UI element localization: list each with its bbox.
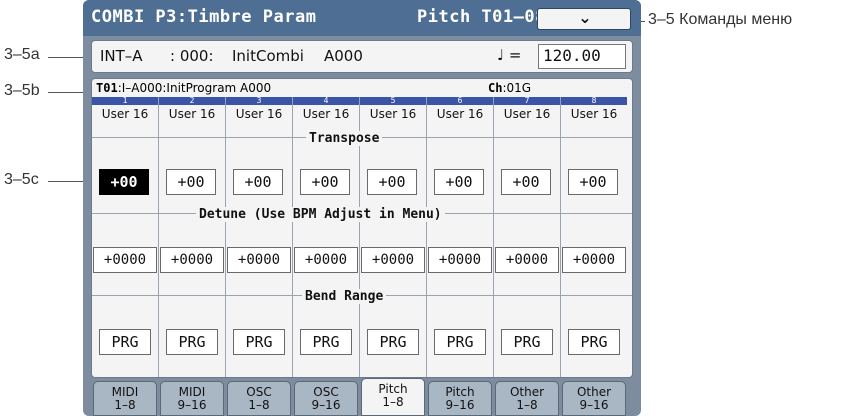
transpose-label: Transpose: [306, 131, 383, 146]
bend-range-label: Bend Range: [302, 289, 387, 304]
tab-range: 1–8: [248, 398, 270, 412]
detune-field[interactable]: +0000: [562, 247, 626, 273]
channel-label: Ch: [488, 81, 503, 95]
timbre-id: T01: [96, 81, 118, 95]
tab-range: 1–8: [382, 395, 404, 409]
detune-field[interactable]: +0000: [294, 247, 358, 273]
tab-range: 9–16: [311, 398, 341, 412]
transpose-field[interactable]: +00: [568, 169, 618, 195]
timbre-bank-label: User 16: [101, 107, 149, 121]
transpose-field[interactable]: +00: [300, 169, 350, 195]
transpose-field[interactable]: +00: [434, 169, 484, 195]
channel-info: Ch:01G: [488, 81, 531, 95]
tempo-field[interactable]: 120.00: [538, 44, 626, 69]
timbre-bank-label: User 16: [570, 107, 618, 121]
timbre-bank-label: User 16: [235, 107, 283, 121]
tab-range: 1–8: [516, 398, 538, 412]
timbre-bank-label: User 16: [436, 107, 484, 121]
bend-range-field[interactable]: PRG: [367, 329, 419, 355]
timbre-column-number: 4: [293, 97, 359, 105]
transpose-field[interactable]: +00: [99, 169, 149, 195]
tab-range: 1–8: [114, 398, 136, 412]
timbre-program: :I–A000:InitProgram A000: [117, 81, 272, 95]
timbre-column-number: 6: [427, 97, 493, 105]
combi-bank: INT–A: [100, 47, 143, 65]
tab-pitch-1-8[interactable]: Pitch 1–8: [361, 378, 425, 416]
timbre-column: User 16 +00 +0000 PRG: [159, 105, 225, 377]
bend-range-field[interactable]: PRG: [166, 329, 218, 355]
page-tabs: MIDI 1–8 MIDI 9–16 OSC 1–8 OSC 9–16 Pitch 1–8 Pitc…: [83, 378, 641, 416]
tab-other-1-8[interactable]: Other 1–8: [495, 381, 559, 416]
timbre-bank-label: User 16: [503, 107, 551, 121]
page-subtitle: Pitch T01–08: [417, 7, 546, 27]
transpose-field[interactable]: +00: [367, 169, 417, 195]
combi-number: : 000:: [170, 47, 214, 65]
tempo-value: 120.00: [543, 46, 601, 65]
tempo-label: ♩ =: [497, 46, 522, 64]
detune-label: Detune (Use BPM Adjust in Menu): [196, 207, 445, 222]
timbre-bank-label: User 16: [302, 107, 350, 121]
combi-select-row[interactable]: INT–A : 000: InitCombi A000 ♩ = 120.00: [91, 40, 633, 73]
timbre-column-number: 2: [159, 97, 225, 105]
transpose-field[interactable]: +00: [501, 169, 551, 195]
detune-field[interactable]: +0000: [160, 247, 224, 273]
combi-name: InitCombi: [232, 47, 304, 65]
tab-range: 9–16: [177, 398, 207, 412]
timbre-column: User 16 +00 +0000 PRG: [226, 105, 292, 377]
timbre-info: T01:I–A000:InitProgram A000: [96, 81, 271, 95]
synth-lcd-screen: COMBI P3:Timbre Param Pitch T01–08 ⌄ INT…: [83, 0, 641, 416]
detune-field[interactable]: +0000: [93, 247, 157, 273]
bend-range-field[interactable]: PRG: [233, 329, 285, 355]
timbre-column: User 16 +00 +0000 PRG: [427, 105, 493, 377]
annotation-3-5b: 3–5b: [4, 82, 40, 99]
detune-field[interactable]: +0000: [495, 247, 559, 273]
bend-range-field[interactable]: PRG: [300, 329, 352, 355]
transpose-field[interactable]: +00: [233, 169, 283, 195]
tab-osc-9-16[interactable]: OSC 9–16: [294, 381, 358, 416]
annotation-menu-commands: 3–5 Команды меню: [648, 11, 793, 28]
timbre-bank-label: User 16: [369, 107, 417, 121]
tab-midi-9-16[interactable]: MIDI 9–16: [160, 381, 224, 416]
tab-pitch-9-16[interactable]: Pitch 9–16: [428, 381, 492, 416]
title-bar: COMBI P3:Timbre Param Pitch T01–08 ⌄: [83, 0, 641, 36]
transpose-field[interactable]: +00: [166, 169, 216, 195]
page-title: COMBI P3:Timbre Param: [91, 7, 317, 27]
annotation-3-5a: 3–5a: [4, 46, 40, 63]
annotation-3-5c: 3–5c: [4, 171, 39, 188]
detune-field[interactable]: +0000: [361, 247, 425, 273]
timbre-bank-label: User 16: [168, 107, 216, 121]
detune-field[interactable]: +0000: [227, 247, 291, 273]
channel-value: :01G: [502, 81, 532, 95]
timbre-column-number: 5: [360, 97, 426, 105]
tab-other-9-16[interactable]: Other 9–16: [562, 381, 626, 416]
tab-midi-1-8[interactable]: MIDI 1–8: [93, 381, 157, 416]
bend-range-field[interactable]: PRG: [568, 329, 620, 355]
timbre-column-number: 7: [494, 97, 560, 105]
timbre-column: User 16 +00 +0000 PRG: [561, 105, 627, 377]
tab-osc-1-8[interactable]: OSC 1–8: [227, 381, 291, 416]
timbre-column: User 16 +00 +0000 PRG: [92, 105, 158, 377]
combi-code: A000: [324, 47, 363, 65]
timbre-param-panel: T01:I–A000:InitProgram A000 Ch:01G 1 User…: [91, 78, 633, 378]
timbre-column-number: 8: [561, 97, 627, 105]
chevron-down-icon: ⌄: [578, 8, 592, 27]
bend-range-field[interactable]: PRG: [99, 329, 151, 355]
bend-range-field[interactable]: PRG: [501, 329, 553, 355]
timbre-column-number: 1: [92, 97, 158, 105]
timbre-column: User 16 +00 +0000 PRG: [494, 105, 560, 377]
tab-range: 9–16: [579, 398, 609, 412]
tab-range: 9–16: [445, 398, 475, 412]
page-menu-button[interactable]: ⌄: [537, 8, 631, 30]
timbre-column-number: 3: [226, 97, 292, 105]
detune-field[interactable]: +0000: [428, 247, 492, 273]
bend-range-field[interactable]: PRG: [434, 329, 486, 355]
